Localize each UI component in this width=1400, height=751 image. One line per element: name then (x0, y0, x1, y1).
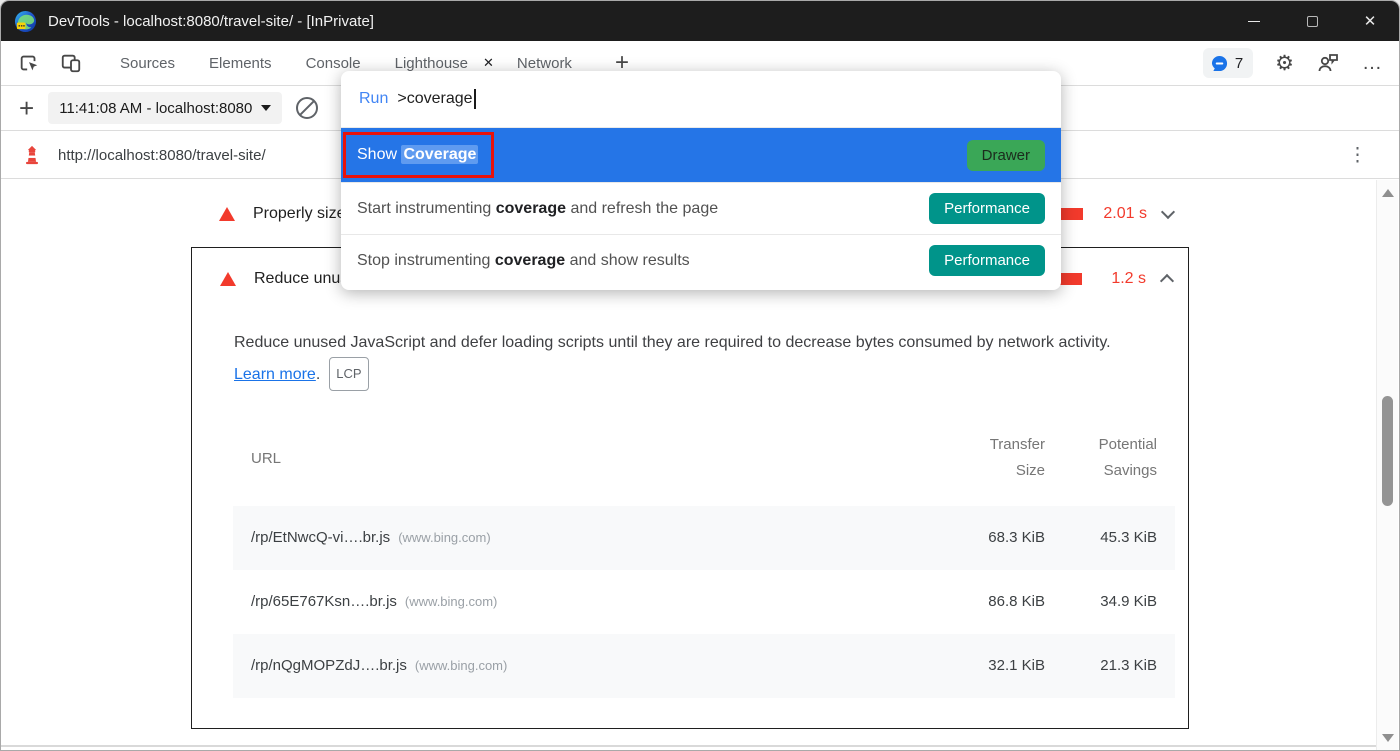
lighthouse-icon (21, 144, 43, 166)
title-bar: DevTools - localhost:8080/travel-site/ -… (1, 1, 1399, 41)
settings-gear-icon[interactable]: ⚙ (1275, 53, 1294, 74)
chevron-down-icon[interactable] (1161, 205, 1175, 219)
command-query: >coverage (397, 90, 472, 108)
column-header-potential-savings: Potential Savings (1065, 432, 1157, 484)
tab-elements[interactable]: Elements (192, 41, 289, 85)
command-palette: Run >coverage Show Coverage Drawer Start… (341, 71, 1061, 290)
cell-transfer-size: 32.1 KiB (963, 653, 1045, 679)
audit-details-table: URL Transfer Size Potential Savings /rp/… (233, 410, 1175, 698)
minimize-icon (1248, 21, 1260, 22)
more-options-icon[interactable]: … (1362, 52, 1383, 75)
query-match: coverage (496, 200, 566, 217)
chevron-up-icon[interactable] (1160, 274, 1174, 288)
scroll-down-icon[interactable] (1382, 734, 1394, 742)
cell-transfer-size: 68.3 KiB (963, 525, 1045, 551)
cell-origin: (www.bing.com) (398, 530, 490, 545)
window-controls: ✕ (1225, 1, 1399, 41)
command-input[interactable]: Run >coverage (341, 71, 1061, 128)
performance-badge: Performance (929, 193, 1045, 224)
period: . (316, 360, 320, 389)
cell-url: /rp/EtNwcQ-vi….br.js (251, 529, 390, 546)
section-divider (1, 745, 1378, 747)
column-header-url: URL (233, 450, 963, 467)
cell-origin: (www.bing.com) (405, 594, 497, 609)
window-title: DevTools - localhost:8080/travel-site/ -… (48, 13, 374, 30)
issues-bubble-icon (1211, 55, 1228, 72)
fail-triangle-icon (220, 272, 236, 286)
close-button[interactable]: ✕ (1341, 1, 1399, 41)
result-stop-instrumenting-coverage[interactable]: Stop instrumenting coverage and show res… (341, 234, 1061, 286)
inspect-element-button[interactable] (17, 51, 41, 75)
issues-counter-button[interactable]: 7 (1203, 48, 1253, 78)
lcp-chip: LCP (329, 357, 368, 391)
clear-reports-icon[interactable] (296, 97, 318, 119)
tab-sources[interactable]: Sources (103, 41, 192, 85)
column-header-transfer-size: Transfer Size (963, 432, 1045, 484)
scroll-up-icon[interactable] (1382, 189, 1394, 197)
table-row: /rp/65E767Ksn….br.js (www.bing.com) 86.8 … (233, 570, 1175, 634)
result-show-coverage[interactable]: Show Coverage Drawer (341, 128, 1061, 182)
new-report-icon[interactable]: + (19, 93, 34, 124)
query-match: coverage (495, 252, 565, 269)
feedback-icon[interactable] (1316, 51, 1340, 75)
audit-value: 2.01 s (1095, 205, 1147, 223)
table-row: /rp/EtNwcQ-vi….br.js (www.bing.com) 68.3 … (233, 506, 1175, 570)
vertical-scrollbar[interactable] (1376, 180, 1398, 751)
device-emulation-icon (60, 52, 82, 74)
dropdown-caret-icon (261, 105, 271, 111)
report-snapshot-dropdown[interactable]: 11:41:08 AM - localhost:8080 (48, 92, 282, 124)
performance-badge: Performance (929, 245, 1045, 276)
close-lighthouse-tab-icon[interactable]: ✕ (477, 55, 500, 71)
snapshot-label: 11:41:08 AM - localhost:8080 (59, 100, 252, 117)
report-url: http://localhost:8080/travel-site/ (58, 147, 266, 164)
drawer-badge: Drawer (967, 140, 1045, 171)
cell-potential-savings: 34.9 KiB (1065, 589, 1157, 615)
cell-url: /rp/65E767Ksn….br.js (251, 593, 397, 610)
issues-count: 7 (1235, 55, 1243, 72)
fail-triangle-icon (219, 207, 235, 221)
audit-value: 1.2 s (1094, 270, 1146, 288)
device-toolbar-button[interactable] (59, 51, 83, 75)
query-match: Coverage (401, 145, 478, 164)
learn-more-link[interactable]: Learn more (234, 360, 316, 389)
maximize-icon (1307, 16, 1318, 27)
cell-origin: (www.bing.com) (415, 658, 507, 673)
audit-description: Reduce unused JavaScript and defer loadi… (234, 328, 1162, 357)
cell-potential-savings: 21.3 KiB (1065, 653, 1157, 679)
devtools-window: DevTools - localhost:8080/travel-site/ -… (0, 0, 1400, 751)
result-start-instrumenting-coverage[interactable]: Start instrumenting coverage and refresh… (341, 182, 1061, 234)
run-prefix: Run (359, 90, 388, 108)
scrollbar-thumb[interactable] (1382, 396, 1393, 506)
cell-transfer-size: 86.8 KiB (963, 589, 1045, 615)
table-row: /rp/nQgMOPZdJ….br.js (www.bing.com) 32.1 … (233, 634, 1175, 698)
close-icon: ✕ (1364, 12, 1377, 30)
audit-reduce-unused-js-expanded: Reduce unused JavaScript 1.2 s Reduce un… (191, 247, 1189, 729)
cell-url: /rp/nQgMOPZdJ….br.js (251, 657, 407, 674)
report-menu-icon[interactable]: ⋮ (1348, 144, 1367, 167)
edge-logo-icon (14, 10, 37, 33)
tabbar-right-actions: 7 ⚙ … (1203, 48, 1383, 78)
minimize-button[interactable] (1225, 1, 1283, 41)
text-caret (474, 89, 476, 109)
maximize-button[interactable] (1283, 1, 1341, 41)
cell-potential-savings: 45.3 KiB (1065, 525, 1157, 551)
inspect-cursor-icon (18, 52, 40, 74)
table-header-row: URL Transfer Size Potential Savings (233, 410, 1175, 506)
